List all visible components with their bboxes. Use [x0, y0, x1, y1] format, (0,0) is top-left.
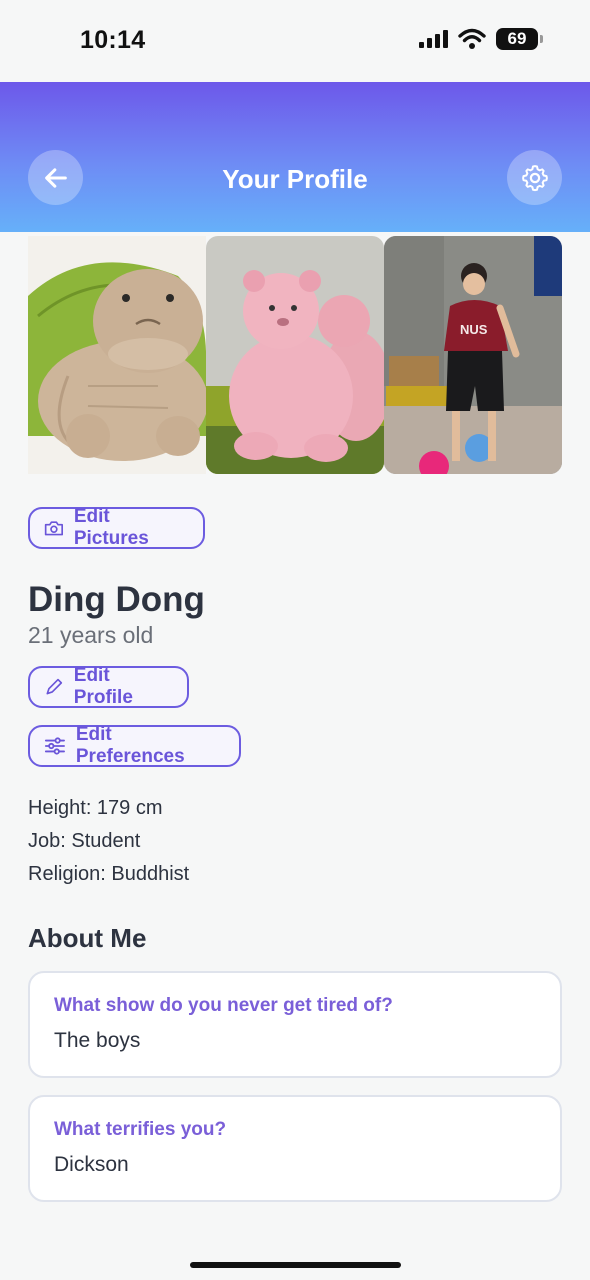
profile-name: Ding Dong [28, 580, 205, 619]
home-indicator[interactable] [190, 1262, 401, 1268]
prompt-question: What terrifies you? [54, 1119, 227, 1140]
height-detail: Height: 179 cm [28, 797, 163, 819]
page-title: Your Profile [222, 164, 368, 194]
job-detail: Job: Student [28, 830, 141, 852]
prompt-question: What show do you never get tired of? [54, 995, 393, 1016]
photo-gallery: NUS [28, 236, 562, 474]
prompt-answer: The boys [54, 1029, 141, 1052]
religion-detail: Religion: Buddhist [28, 863, 190, 885]
profile-age: 21 years old [28, 622, 154, 648]
edit-preferences-button[interactable]: Edit Preferences [28, 724, 241, 767]
photo-person[interactable]: NUS [384, 236, 562, 474]
profile-header: Your Profile [0, 82, 590, 232]
prompt-card: What show do you never get tired of? The… [28, 971, 562, 1078]
sliders-icon [44, 737, 65, 755]
status-icons: 69 [418, 28, 543, 50]
pencil-icon [46, 678, 63, 695]
status-time: 10:14 [80, 26, 146, 54]
profile-details: Height: 179 cm Job: Student Religion: Bu… [28, 796, 189, 895]
battery-indicator: 69 [496, 28, 543, 50]
edit-preferences-label: Edit Preferences [75, 724, 185, 767]
prompt-answer: Dickson [54, 1153, 129, 1176]
gear-icon [521, 164, 548, 191]
wifi-icon [458, 28, 486, 49]
shirt-logo-text: NUS [460, 322, 488, 337]
battery-level: 69 [507, 29, 527, 48]
edit-pictures-label: Edit Pictures [73, 506, 149, 549]
edit-pictures-button[interactable]: Edit Pictures [28, 506, 205, 549]
photo-pink-plush[interactable] [206, 236, 384, 474]
status-bar: 10:14 69 [0, 0, 590, 82]
about-me-heading: About Me [28, 923, 147, 953]
signal-icon [419, 30, 448, 48]
edit-profile-label: Edit Profile [73, 665, 133, 708]
photo-turtle-plush[interactable] [28, 236, 206, 474]
camera-icon [44, 521, 64, 536]
prompt-card: What terrifies you? Dickson [28, 1095, 562, 1202]
settings-button[interactable] [507, 150, 562, 205]
edit-profile-button[interactable]: Edit Profile [28, 665, 189, 708]
